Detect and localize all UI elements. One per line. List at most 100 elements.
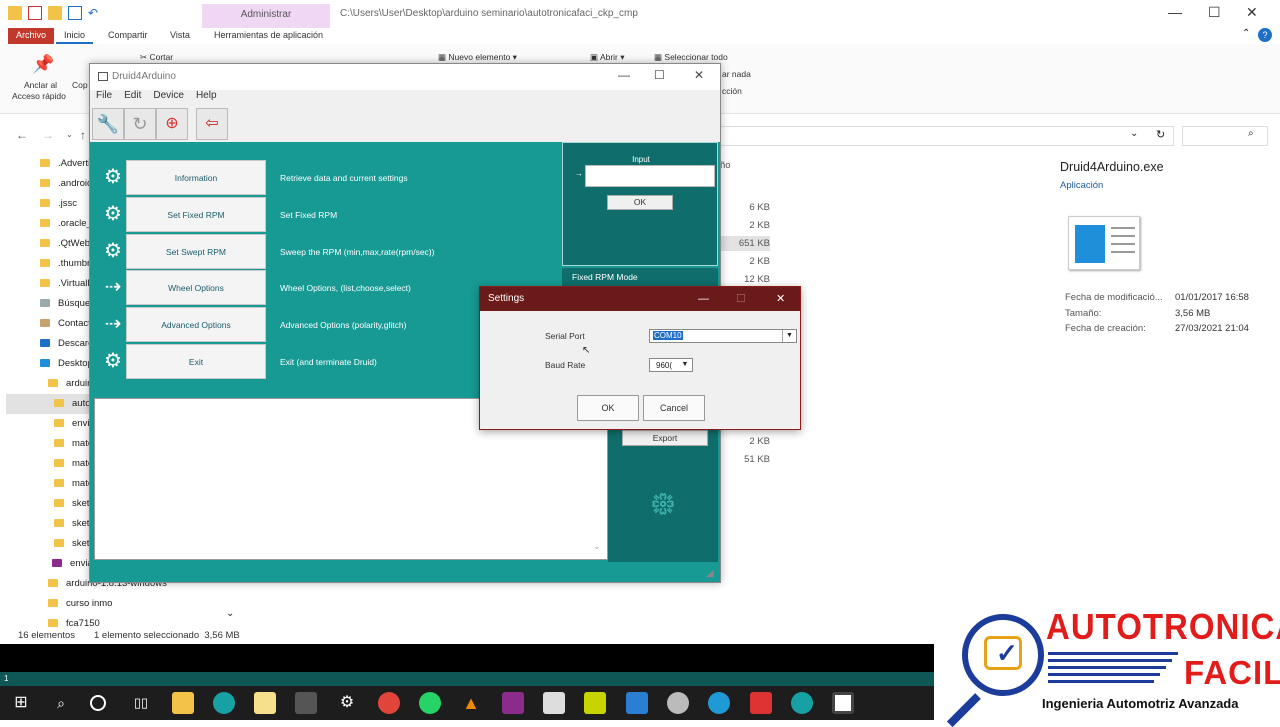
exit-door-icon[interactable]: ⇦ [196, 108, 228, 140]
minimize-icon[interactable]: — [698, 287, 709, 311]
whatsapp-icon[interactable] [419, 692, 441, 714]
properties-icon[interactable] [28, 6, 42, 20]
cortana-icon[interactable] [90, 695, 106, 711]
up-icon[interactable]: ↑ [80, 128, 86, 142]
menu-help[interactable]: Help [196, 90, 217, 106]
search-input[interactable] [1182, 126, 1268, 146]
copy-label[interactable]: Cop [72, 80, 88, 90]
close-icon[interactable]: ✕ [694, 68, 704, 82]
tab-archivo[interactable]: Archivo [8, 28, 55, 44]
druid-app-icon[interactable] [832, 692, 854, 714]
set-swept-rpm-button[interactable]: Set Swept RPM [126, 234, 266, 269]
pdf-icon[interactable] [750, 692, 772, 714]
tree-item[interactable]: .Advertis [40, 154, 95, 174]
edge-icon[interactable] [708, 692, 730, 714]
new-folder-icon[interactable] [48, 6, 62, 20]
select-all-button[interactable]: ▦ Seleccionar todo [654, 52, 728, 63]
cut-button[interactable]: ✂ Cortar [140, 52, 173, 63]
chip-icon[interactable] [584, 692, 606, 714]
invert-selection-label[interactable]: cción [722, 86, 742, 96]
tree-item[interactable]: mate [54, 434, 93, 454]
windows-start-icon[interactable]: ⊞ [10, 692, 32, 714]
back-icon[interactable]: ← [16, 128, 28, 142]
help-icon[interactable]: ? [1258, 28, 1272, 42]
tree-item-selected[interactable]: auto [6, 394, 91, 414]
winrar-icon[interactable] [502, 692, 524, 714]
resize-grip-icon[interactable]: ◢ [706, 568, 714, 579]
tree-item[interactable]: Desktop [40, 354, 93, 374]
tree-item[interactable]: arduin [48, 374, 92, 394]
tab-compartir[interactable]: Compartir [100, 28, 156, 44]
export-button[interactable]: Export [622, 430, 708, 446]
minimize-icon[interactable]: — [618, 68, 630, 82]
select-none-label[interactable]: ar nada [722, 69, 751, 79]
column-header[interactable]: ño [720, 160, 731, 171]
information-button[interactable]: Information [126, 160, 266, 195]
task-view-icon[interactable]: ▯▯ [130, 692, 152, 714]
address-bar[interactable] [720, 126, 1174, 146]
tree-item[interactable]: .VirtualE [40, 274, 94, 294]
tree-item[interactable]: .android [40, 174, 92, 194]
xming-icon[interactable] [543, 692, 565, 714]
collapse-ribbon-icon[interactable]: ⌃ [1242, 28, 1250, 39]
chevron-down-icon[interactable]: ▼ [678, 359, 692, 371]
tree-item[interactable]: .QtWeb [40, 234, 90, 254]
tree-item[interactable]: mate [54, 454, 93, 474]
tree-item[interactable]: envia [52, 554, 93, 574]
scroll-down-icon[interactable]: ⌄ [593, 541, 601, 552]
close-icon[interactable]: ✕ [776, 287, 785, 311]
menu-device[interactable]: Device [153, 90, 184, 106]
sticky-notes-icon[interactable] [254, 692, 276, 714]
undo-icon[interactable]: ↶ [88, 6, 102, 20]
tree-item[interactable]: Contact [40, 314, 91, 334]
maximize-icon[interactable]: ☐ [654, 68, 665, 82]
menu-edit[interactable]: Edit [124, 90, 141, 106]
chrome-icon[interactable] [378, 692, 400, 714]
close-icon[interactable]: ✕ [1246, 4, 1258, 21]
set-fixed-rpm-button[interactable]: Set Fixed RPM [126, 197, 266, 232]
paint-icon[interactable] [667, 692, 689, 714]
maximize-icon[interactable]: ☐ [1208, 4, 1221, 21]
tree-item[interactable]: curso inmo [48, 594, 112, 614]
tree-item[interactable]: Búsque [40, 294, 90, 314]
address-dropdown-icon[interactable]: ⌄ [1130, 128, 1138, 139]
tree-item[interactable]: .jssc [40, 194, 77, 214]
input-ok-button[interactable]: OK [607, 195, 673, 210]
pin-icon[interactable]: 📌 [32, 54, 54, 75]
connect-tools-icon[interactable]: 🔧 [92, 108, 124, 140]
minimize-icon[interactable]: — [1168, 4, 1182, 20]
arduino-icon[interactable] [213, 692, 235, 714]
ok-button[interactable]: OK [577, 395, 639, 421]
exit-button[interactable]: Exit [126, 344, 266, 379]
wheel-options-button[interactable]: Wheel Options [126, 270, 266, 305]
scroll-down-icon[interactable]: ⌄ [226, 608, 234, 619]
new-item-button[interactable]: ▦ Nuevo elemento ▾ [438, 52, 517, 63]
tree-item[interactable]: .oracle_ [40, 214, 92, 234]
view-icon[interactable] [68, 6, 82, 20]
search-icon[interactable]: ⌕ [50, 692, 72, 714]
forward-icon[interactable]: → [42, 128, 54, 142]
tree-item[interactable]: .thumbr [40, 254, 90, 274]
settings-gear-icon[interactable]: ⚙ [336, 692, 358, 714]
calculator-icon[interactable] [295, 692, 317, 714]
arduino-icon[interactable] [791, 692, 813, 714]
cancel-button[interactable]: Cancel [643, 395, 705, 421]
menu-file[interactable]: File [96, 90, 112, 106]
tree-item[interactable]: fca7150 [48, 614, 100, 628]
tree-item[interactable]: mate [54, 474, 93, 494]
serial-port-select[interactable]: COM10 ▼ [649, 329, 797, 343]
tab-herramientas[interactable]: Herramientas de aplicación [206, 28, 331, 44]
recent-icon[interactable]: ⌄ [66, 130, 73, 139]
input-field[interactable] [585, 165, 715, 187]
pin-label-2[interactable]: Acceso rápido [12, 91, 66, 101]
tab-vista[interactable]: Vista [162, 28, 198, 44]
tab-inicio[interactable]: Inicio [56, 28, 94, 44]
baud-rate-select[interactable]: 960( ▼ [649, 358, 693, 372]
remote-desktop-icon[interactable] [626, 692, 648, 714]
refresh-icon[interactable]: ↻ [124, 108, 156, 140]
chevron-down-icon[interactable]: ▼ [782, 330, 796, 342]
vlc-icon[interactable]: ▲ [460, 692, 482, 714]
folder-icon[interactable] [8, 6, 22, 20]
open-button[interactable]: ▣ Abrir ▾ [590, 52, 625, 63]
tree-item[interactable]: Descarg [40, 334, 93, 354]
